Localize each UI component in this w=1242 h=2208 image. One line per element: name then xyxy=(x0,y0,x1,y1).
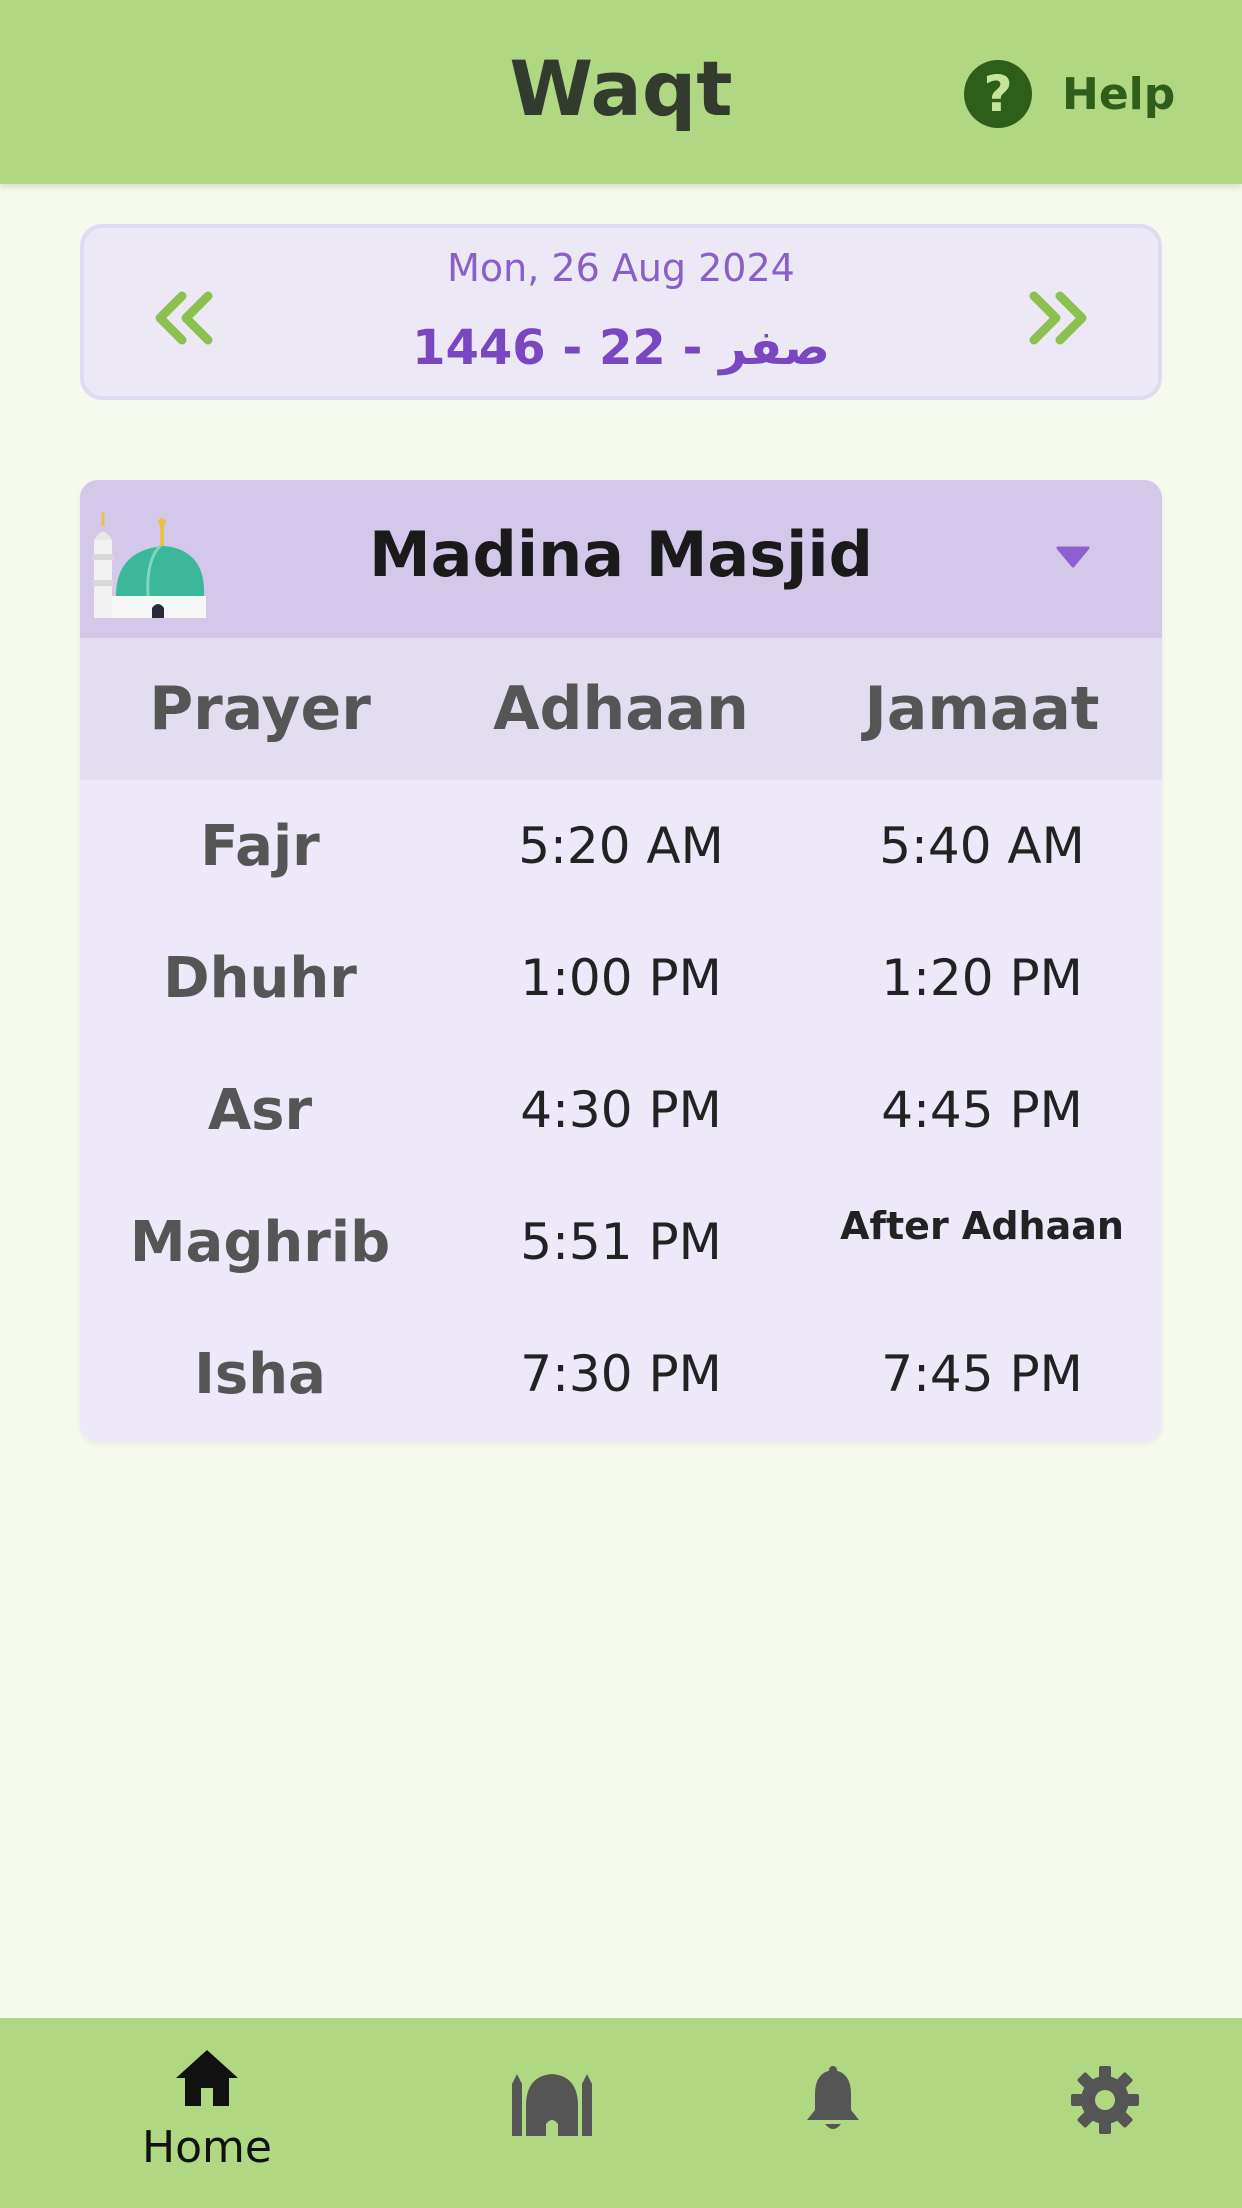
masjid-name: Madina Masjid xyxy=(368,518,874,591)
masjid-timings-card: Madina Masjid Prayer Adhaan Jamaat Fajr … xyxy=(80,480,1162,1442)
table-row: Maghrib 5:51 PM After Adhaan xyxy=(80,1176,1162,1308)
jamaat-time: After Adhaan xyxy=(840,1204,1124,1248)
dropdown-caret-icon[interactable] xyxy=(1056,544,1090,570)
help-icon: ? xyxy=(964,60,1032,128)
gregorian-date: Mon, 26 Aug 2024 xyxy=(447,246,795,290)
prayer-name: Asr xyxy=(207,1077,313,1143)
double-chevron-right-icon xyxy=(1029,291,1087,345)
jamaat-time: 5:40 AM xyxy=(879,817,1085,875)
adhaan-time: 1:00 PM xyxy=(520,949,722,1007)
date-selector-card: Mon, 26 Aug 2024 1446 - صفر - 22 xyxy=(80,224,1162,400)
gear-icon xyxy=(1071,2066,1139,2134)
adhaan-time: 5:51 PM xyxy=(520,1213,722,1271)
prayer-name: Maghrib xyxy=(129,1209,391,1275)
prayer-name: Dhuhr xyxy=(163,945,357,1011)
jamaat-time: 7:45 PM xyxy=(881,1345,1083,1403)
column-header-adhaan: Adhaan xyxy=(493,674,749,744)
hijri-date: 1446 - صفر - 22 xyxy=(412,320,830,376)
column-header-prayer: Prayer xyxy=(149,674,371,744)
nav-notifications[interactable] xyxy=(683,2018,983,2208)
help-label: Help xyxy=(1062,68,1176,120)
nav-settings[interactable] xyxy=(955,2018,1242,2208)
nav-home-label: Home xyxy=(142,2122,272,2173)
table-row: Isha 7:30 PM 7:45 PM xyxy=(80,1308,1162,1440)
home-icon xyxy=(176,2050,238,2106)
jamaat-time: 4:45 PM xyxy=(881,1081,1083,1139)
prayer-name: Isha xyxy=(194,1341,326,1407)
table-row: Fajr 5:20 AM 5:40 AM xyxy=(80,780,1162,912)
adhaan-time: 4:30 PM xyxy=(520,1081,722,1139)
help-button[interactable]: ? Help xyxy=(964,58,1175,130)
table-row: Asr 4:30 PM 4:45 PM xyxy=(80,1044,1162,1176)
column-header-jamaat: Jamaat xyxy=(864,674,1100,744)
adhaan-time: 7:30 PM xyxy=(520,1345,722,1403)
jamaat-time: 1:20 PM xyxy=(881,949,1083,1007)
next-day-button[interactable] xyxy=(1018,278,1098,358)
table-row: Dhuhr 1:00 PM 1:20 PM xyxy=(80,912,1162,1044)
adhaan-time: 5:20 AM xyxy=(518,817,724,875)
nav-home[interactable]: Home xyxy=(57,2018,357,2208)
bottom-navigation: Home xyxy=(0,2018,1242,2208)
timings-table-header: Prayer Adhaan Jamaat xyxy=(80,638,1162,780)
masjid-selector[interactable]: Madina Masjid xyxy=(80,480,1162,638)
nav-masjids[interactable] xyxy=(402,2018,702,2208)
bell-icon xyxy=(807,2066,859,2129)
mosque-icon xyxy=(512,2074,592,2136)
app-header: Waqt ? Help xyxy=(0,0,1242,184)
prayer-name: Fajr xyxy=(200,813,320,879)
